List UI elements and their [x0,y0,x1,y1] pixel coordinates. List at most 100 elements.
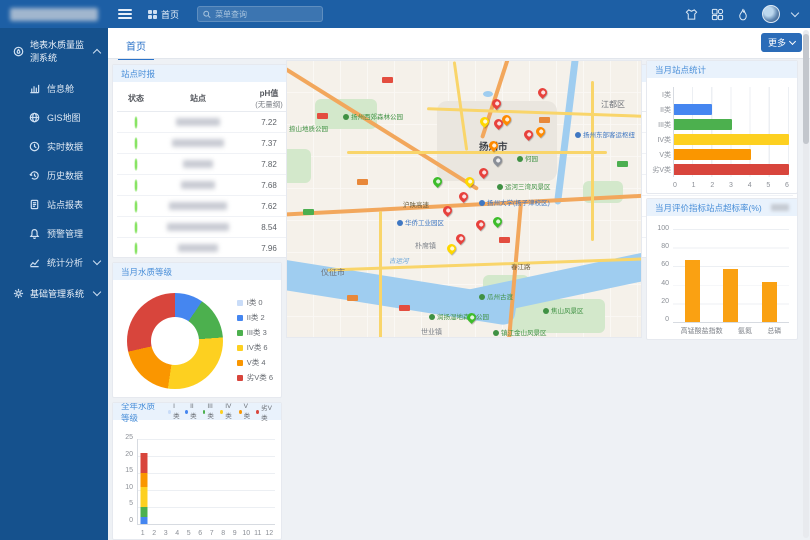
exceed-rate-panel: 当月评价指标站点超标率(%) 100806040200 高锰酸盐指数氨氮总磷 [646,198,798,340]
sidebar-root-water-system[interactable]: 地表水质量监测系统 [0,28,108,74]
expand-caret-icon[interactable] [93,257,101,265]
road-shield [303,209,314,215]
annual-legend: I类II类III类IV类V类劣V类 [168,402,273,422]
breadcrumb[interactable]: 首页 [148,8,179,21]
user-avatar[interactable] [762,5,780,23]
month-slot[interactable] [207,439,218,524]
annual-title: 全年水质等级 [121,402,162,424]
map-road [347,151,607,154]
layout-icon[interactable] [710,7,724,21]
map-park [286,149,311,183]
menu-search[interactable] [197,6,323,22]
stack-segment [140,487,147,507]
legend-item[interactable]: II类 2 [237,312,273,323]
sidebar-root-base-management[interactable]: 基础管理系统 [0,277,108,310]
exceed-title: 当月评价指标站点超标率(%) [655,202,762,214]
month-slot[interactable] [241,439,252,524]
expand-caret-icon[interactable] [93,288,101,296]
sidebar-item-1[interactable]: 信息舱 [0,74,108,103]
stat-bar[interactable] [674,134,789,145]
legend-item[interactable]: IV类 6 [237,342,273,353]
road-shield [539,117,550,123]
month-slot[interactable] [252,439,263,524]
hbar-y-axis: I类II类III类IV类V类劣V类 [649,87,671,177]
exceed-bar[interactable] [723,269,738,322]
annual-grade-panel: 全年水质等级 I类II类III类IV类V类劣V类 2520151050 1234… [112,402,282,540]
month-slot[interactable] [184,439,195,524]
status-ok-dot [135,117,137,128]
exceed-y-axis: 100806040200 [651,225,669,323]
status-ok-dot [135,201,137,212]
road-shield [317,113,328,119]
month-slot[interactable] [195,439,206,524]
map-lake [483,91,493,97]
home-grid-icon [148,10,157,19]
user-menu-caret-icon[interactable] [791,8,799,16]
legend-item[interactable]: III类 3 [237,327,273,338]
status-ok-dot [135,159,137,170]
status-ok-dot [135,138,137,149]
tab-home[interactable]: 首页 [118,34,154,61]
map-road [379,211,382,338]
month-slot[interactable] [229,439,240,524]
donut-legend: I类 0 II类 2 III类 3 IV类 6 V类 4 劣V类 6 [237,297,273,383]
exceed-rate-chart[interactable] [673,229,789,323]
month-slot[interactable] [149,439,160,524]
stat-bar[interactable] [674,164,789,175]
page-scrollbar-thumb[interactable] [803,34,809,144]
sidebar-item-2[interactable]: GIS地图 [0,103,108,132]
clock-icon [28,141,40,153]
exceed-bar[interactable] [685,260,700,322]
annual-stacked-chart[interactable] [137,439,275,525]
sidebar-item-4[interactable]: 历史数据 [0,161,108,190]
month-slot[interactable] [218,439,229,524]
exceed-x-axis: 高锰酸盐指数氨氮总磷 [673,326,789,336]
stack-segment [140,453,147,473]
sidebar-item-label: 实时数据 [47,140,100,153]
stack-segment [140,507,147,517]
sidebar-item-5[interactable]: 站点报表 [0,190,108,219]
breadcrumb-home[interactable]: 首页 [161,8,179,21]
gis-map[interactable]: 扬州市江都区仪征市朴席镇世业镇扬州西郊森林公园捺山地质公园何园运河三湾风景区瓜州… [286,60,642,338]
station-name-blurred [183,160,213,168]
theme-shirt-icon[interactable] [684,7,698,21]
sidebar-item-7[interactable]: 统计分析 [0,248,108,277]
stat-bar[interactable] [674,119,732,130]
sidebar-item-6[interactable]: 预警管理 [0,219,108,248]
alarm-icon [28,228,40,240]
sidebar-item-label: 预警管理 [47,227,100,240]
road-shield [399,305,410,311]
sidebar-item-label: 历史数据 [47,169,100,182]
station-table-title: 站点时报 [121,68,155,80]
legend-item[interactable]: I类 0 [237,297,273,308]
legend-item[interactable]: V类 4 [237,357,273,368]
legend-item[interactable]: 劣V类 6 [237,372,273,383]
water-grade-donut-chart[interactable] [127,293,223,389]
search-icon [203,10,211,19]
menu-toggle-icon[interactable] [118,9,132,19]
month-slot[interactable] [138,439,149,524]
station-stats-chart[interactable] [673,87,789,177]
road-shield [617,161,628,167]
top-bar: 首页 [0,0,810,28]
settings-icon [12,288,24,300]
annual-x-axis: 123456789101112 [137,530,275,537]
month-slot[interactable] [161,439,172,524]
stat-bar[interactable] [674,149,751,160]
flame-icon[interactable] [736,7,750,21]
sidebar-item-3[interactable]: 实时数据 [0,132,108,161]
month-slot[interactable] [172,439,183,524]
stats-icon [28,257,40,269]
search-input[interactable] [215,10,317,19]
sidebar-item-label: GIS地图 [47,111,100,124]
monthly-station-panel: 当月站点统计 I类II类III类IV类V类劣V类 0123456 [646,60,798,194]
app-logo [10,8,98,21]
month-slot[interactable] [264,439,275,524]
stat-bar[interactable] [674,104,712,115]
collapse-caret-icon[interactable] [93,48,101,56]
more-button[interactable]: 更多 [761,33,802,52]
station-name-blurred [181,181,215,189]
globe-icon [28,112,40,124]
exceed-bar[interactable] [762,282,777,322]
stack-segment [140,473,147,487]
